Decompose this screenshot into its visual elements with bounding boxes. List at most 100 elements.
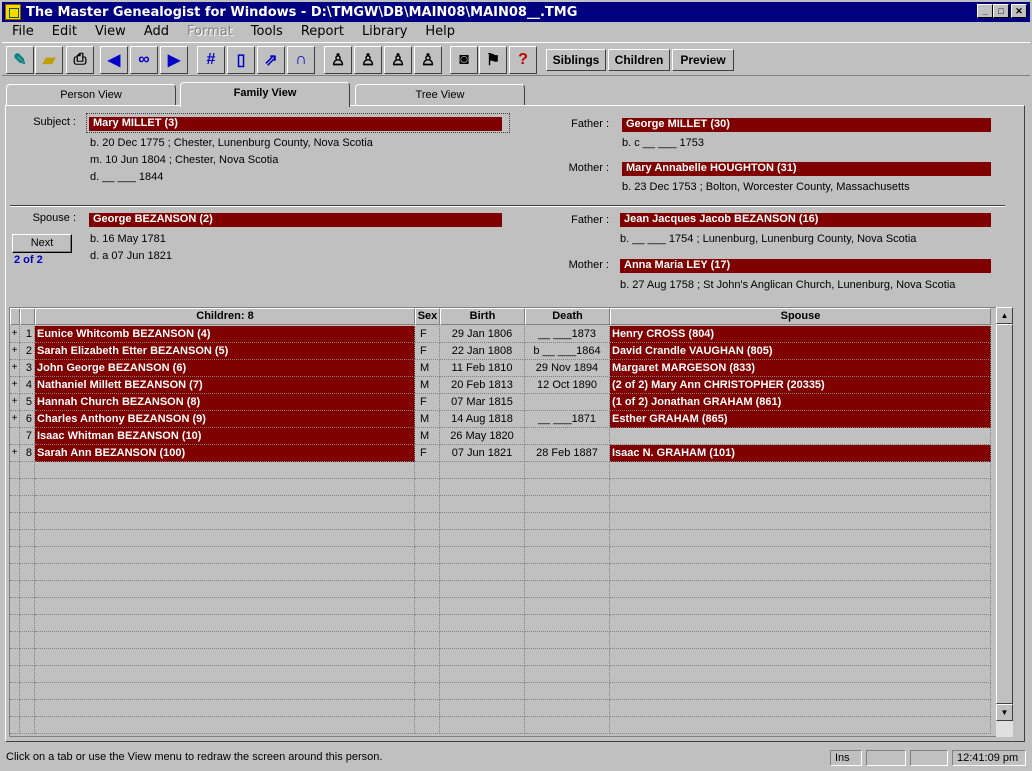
app-icon[interactable] [5, 4, 21, 20]
menu-add[interactable]: Add [134, 24, 177, 39]
row-expand[interactable]: + [10, 411, 20, 428]
child-name[interactable]: Eunice Whitcomb BEZANSON (4) [35, 326, 415, 343]
id-button[interactable]: # [197, 46, 225, 74]
row-number: 6 [20, 411, 35, 428]
subject-mother-name[interactable]: Mary Annabelle HOUGHTON (31) [622, 162, 991, 176]
row-expand[interactable]: + [10, 343, 20, 360]
tab-tree-view[interactable]: Tree View [355, 84, 525, 106]
child-name[interactable]: John George BEZANSON (6) [35, 360, 415, 377]
child-name[interactable]: Sarah Ann BEZANSON (100) [35, 445, 415, 462]
subject-name[interactable]: Mary MILLET (3) [89, 117, 502, 131]
child-name[interactable]: Isaac Whitman BEZANSON (10) [35, 428, 415, 445]
child-sex: M [415, 428, 440, 445]
row-expand [10, 683, 20, 700]
child-death [525, 598, 610, 615]
spouse-mother-name[interactable]: Anna Maria LEY (17) [620, 259, 991, 273]
child-spouse[interactable]: (1 of 2) Jonathan GRAHAM (861) [610, 394, 991, 411]
spouse-father-name[interactable]: Jean Jacques Jacob BEZANSON (16) [620, 213, 991, 227]
add-child-button[interactable]: ♙ [414, 46, 442, 74]
header-birth[interactable]: Birth [440, 308, 525, 325]
siblings-button[interactable]: Siblings [546, 49, 606, 71]
family-icon: ♙ [420, 52, 436, 69]
child-spouse[interactable]: Esther GRAHAM (865) [610, 411, 991, 428]
add-person-button[interactable]: ♙ [324, 46, 352, 74]
menu-edit[interactable]: Edit [42, 24, 85, 39]
open-button[interactable]: ▰ [35, 46, 63, 74]
child-birth [440, 700, 525, 717]
row-expand[interactable]: + [10, 445, 20, 462]
flags-button[interactable]: ⚑ [479, 46, 507, 74]
child-name[interactable]: Charles Anthony BEZANSON (9) [35, 411, 415, 428]
table-row[interactable]: +3 John George BEZANSON (6) M 11 Feb 1810 29… [10, 360, 996, 377]
scroll-thumb[interactable] [996, 324, 1013, 704]
maximize-button[interactable]: □ [993, 4, 1009, 18]
question-icon: ? [518, 51, 528, 68]
minimize-button[interactable]: _ [977, 4, 993, 18]
add-parents-button[interactable]: ♙ [354, 46, 382, 74]
header-death[interactable]: Death [525, 308, 610, 325]
menu-file[interactable]: File [2, 24, 42, 39]
menu-library[interactable]: Library [352, 24, 415, 39]
window-controls: _ □ ✕ [977, 4, 1027, 18]
children-button[interactable]: Children [608, 49, 670, 71]
spouse-mother-detail: b. 27 Aug 1758 ; St John's Anglican Chur… [620, 279, 956, 291]
edit-person-button[interactable]: ✎ [6, 46, 34, 74]
close-button[interactable]: ✕ [1011, 4, 1027, 18]
child-spouse[interactable]: (2 of 2) Mary Ann CHRISTOPHER (20335) [610, 377, 991, 394]
child-spouse[interactable]: Henry CROSS (804) [610, 326, 991, 343]
forward-button[interactable]: ▶ [160, 46, 188, 74]
table-row[interactable]: 7 Isaac Whitman BEZANSON (10) M 26 May 1820 [10, 428, 996, 445]
help-button[interactable]: ? [509, 46, 537, 74]
preview-button[interactable]: Preview [672, 49, 734, 71]
subject-father-name[interactable]: George MILLET (30) [622, 118, 991, 132]
menu-report[interactable]: Report [291, 24, 352, 39]
exhibits-button[interactable]: ◙ [450, 46, 478, 74]
child-spouse[interactable]: Margaret MARGESON (833) [610, 360, 991, 377]
row-expand [10, 547, 20, 564]
subject-mother-detail: b. 23 Dec 1753 ; Bolton, Worcester Count… [622, 181, 910, 193]
header-spouse[interactable]: Spouse [610, 308, 991, 325]
table-row[interactable]: +8 Sarah Ann BEZANSON (100) F 07 Jun 1821 28… [10, 445, 996, 462]
row-expand[interactable]: + [10, 377, 20, 394]
grid-scrollbar[interactable]: ▲ ▼ [996, 307, 1013, 737]
tab-person-view[interactable]: Person View [6, 84, 176, 106]
child-name[interactable]: Nathaniel Millett BEZANSON (7) [35, 377, 415, 394]
table-row[interactable]: +4 Nathaniel Millett BEZANSON (7) M 20 Feb … [10, 377, 996, 394]
menu-help[interactable]: Help [415, 24, 463, 39]
next-spouse-button[interactable]: Next [12, 234, 72, 253]
row-expand[interactable]: + [10, 326, 20, 343]
empty-row [10, 649, 996, 666]
camera-icon: ◙ [459, 51, 469, 68]
child-death [525, 666, 610, 683]
tab-family-view[interactable]: Family View [180, 82, 350, 107]
child-spouse[interactable]: David Crandle VAUGHAN (805) [610, 343, 991, 360]
table-row[interactable]: +1 Eunice Whitcomb BEZANSON (4) F 29 Jan 18… [10, 326, 996, 343]
link-button[interactable]: ∩ [287, 46, 315, 74]
child-spouse [610, 632, 991, 649]
child-name[interactable]: Hannah Church BEZANSON (8) [35, 394, 415, 411]
header-children[interactable]: Children: 8 [35, 308, 415, 325]
menu-tools[interactable]: Tools [241, 24, 291, 39]
export-button[interactable]: ⇗ [257, 46, 285, 74]
page-button[interactable]: ▯ [227, 46, 255, 74]
back-button[interactable]: ◀ [100, 46, 128, 74]
menu-view[interactable]: View [85, 24, 134, 39]
scroll-up-button[interactable]: ▲ [996, 307, 1013, 324]
child-spouse[interactable]: Isaac N. GRAHAM (101) [610, 445, 991, 462]
scroll-down-button[interactable]: ▼ [996, 704, 1013, 721]
child-name[interactable]: Sarah Elizabeth Etter BEZANSON (5) [35, 343, 415, 360]
row-expand[interactable]: + [10, 360, 20, 377]
child-name [35, 632, 415, 649]
table-row[interactable]: +6 Charles Anthony BEZANSON (9) M 14 Aug 18… [10, 411, 996, 428]
header-sex[interactable]: Sex [415, 308, 440, 325]
spouse-birth: b. 16 May 1781 [90, 233, 166, 245]
spouse-name[interactable]: George BEZANSON (2) [89, 213, 502, 227]
add-spouse-button[interactable]: ♙ [384, 46, 412, 74]
child-birth: 22 Jan 1808 [440, 343, 525, 360]
table-row[interactable]: +2 Sarah Elizabeth Etter BEZANSON (5) F 22 … [10, 343, 996, 360]
child-sex: M [415, 411, 440, 428]
table-row[interactable]: +5 Hannah Church BEZANSON (8) F 07 Mar 1815… [10, 394, 996, 411]
search-button[interactable]: ∞ [130, 46, 158, 74]
row-expand[interactable]: + [10, 394, 20, 411]
print-button[interactable]: ⎙ [66, 46, 94, 74]
